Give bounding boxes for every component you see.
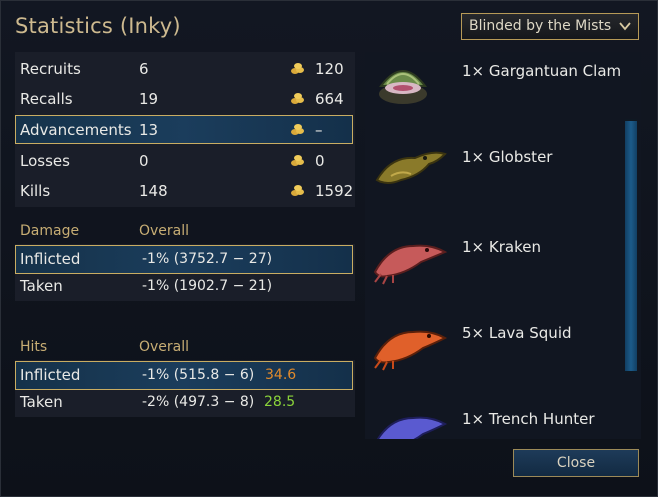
hits-table: Inflicted -1% (515.8 − 6) 34.6 Taken -2%… <box>15 360 355 417</box>
unit-item-trench-hunter[interactable]: 1× Trench Hunter <box>365 392 625 439</box>
summary-row-recalls[interactable]: Recalls 19 664 <box>15 84 355 114</box>
summary-gold: 664 <box>315 90 344 108</box>
damage-label: Inflicted <box>20 250 81 268</box>
unit-list[interactable]: 1× Gargantuan Clam 1× Globster 1× Kraken <box>365 52 641 439</box>
damage-row-taken[interactable]: Taken -1% (1902.7 − 21) <box>15 273 355 303</box>
scenario-dropdown[interactable]: Blinded by the Mists <box>461 13 639 40</box>
unit-item-kraken[interactable]: 1× Kraken <box>365 222 625 292</box>
unit-item-lava-squid[interactable]: 5× Lava Squid <box>365 306 625 376</box>
statistics-dialog: Statistics (Inky) Blinded by the Mists R… <box>0 0 658 497</box>
summary-gold: – <box>315 121 323 139</box>
gold-coins-icon <box>291 155 304 166</box>
hits-label: Taken <box>20 393 63 411</box>
summary-row-kills[interactable]: Kills 148 1592 <box>15 176 355 206</box>
summary-row-advancements[interactable]: Advancements 13 – <box>15 115 353 144</box>
gold-coins-icon <box>291 124 304 135</box>
kraken-icon <box>373 244 448 285</box>
gargantuan-clam-icon <box>379 70 427 104</box>
unit-item-globster[interactable]: 1× Globster <box>365 130 625 200</box>
summary-count: 13 <box>139 121 159 139</box>
summary-label: Kills <box>20 182 51 200</box>
summary-row-recruits[interactable]: Recruits 6 120 <box>15 54 355 84</box>
hits-value: -1% (515.8 − 6) <box>142 367 255 383</box>
summary-count: 0 <box>139 152 149 170</box>
summary-count: 19 <box>139 90 159 108</box>
gold-coins-icon <box>291 63 304 74</box>
summary-table: Recruits 6 120 Recalls 19 664 Advancemen… <box>15 52 355 207</box>
damage-overall-header: Overall <box>139 223 190 239</box>
hits-row-taken[interactable]: Taken -2% (497.3 − 8) 28.5 <box>15 389 355 419</box>
unit-label: 1× Kraken <box>462 238 541 256</box>
damage-row-inflicted[interactable]: Inflicted -1% (3752.7 − 27) <box>15 245 353 274</box>
summary-count: 148 <box>139 182 168 200</box>
summary-label: Losses <box>20 152 70 170</box>
summary-row-losses[interactable]: Losses 0 0 <box>15 146 355 176</box>
hits-label: Inflicted <box>20 366 81 384</box>
damage-header: Damage <box>20 223 80 239</box>
lava-squid-icon <box>373 330 448 371</box>
hits-row-inflicted[interactable]: Inflicted -1% (515.8 − 6) 34.6 <box>15 361 353 390</box>
hits-ratio: 34.6 <box>265 367 297 383</box>
close-button[interactable]: Close <box>513 449 639 477</box>
summary-gold: 120 <box>315 60 344 78</box>
damage-value: -1% (1902.7 − 21) <box>142 278 273 294</box>
unit-label: 1× Globster <box>462 148 553 166</box>
unit-item-gargantuan-clam[interactable]: 1× Gargantuan Clam <box>365 52 625 122</box>
summary-count: 6 <box>139 60 149 78</box>
summary-label: Advancements <box>20 121 132 139</box>
hits-ratio: 28.5 <box>264 394 296 410</box>
summary-label: Recruits <box>20 60 81 78</box>
summary-label: Recalls <box>20 90 73 108</box>
scenario-dropdown-value: Blinded by the Mists <box>469 18 612 34</box>
unit-list-scrollbar-thumb[interactable] <box>625 121 637 371</box>
unit-label: 1× Trench Hunter <box>462 410 595 428</box>
hits-overall-header: Overall <box>139 339 190 355</box>
globster-icon <box>375 151 447 184</box>
unit-label: 5× Lava Squid <box>462 324 572 342</box>
unit-label: 1× Gargantuan Clam <box>462 62 622 80</box>
chevron-down-icon <box>619 22 631 31</box>
damage-label: Taken <box>20 277 63 295</box>
dialog-title: Statistics (Inky) <box>15 14 181 38</box>
summary-gold: 0 <box>315 152 325 170</box>
hits-value: -2% (497.3 − 8) <box>142 394 255 410</box>
gold-coins-icon <box>291 185 304 196</box>
summary-gold: 1592 <box>315 182 354 200</box>
damage-table: Inflicted -1% (3752.7 − 27) Taken -1% (1… <box>15 244 355 301</box>
hits-header: Hits <box>20 339 48 355</box>
trench-hunter-icon <box>376 416 448 439</box>
gold-coins-icon <box>291 93 304 104</box>
damage-value: -1% (3752.7 − 27) <box>142 251 273 267</box>
